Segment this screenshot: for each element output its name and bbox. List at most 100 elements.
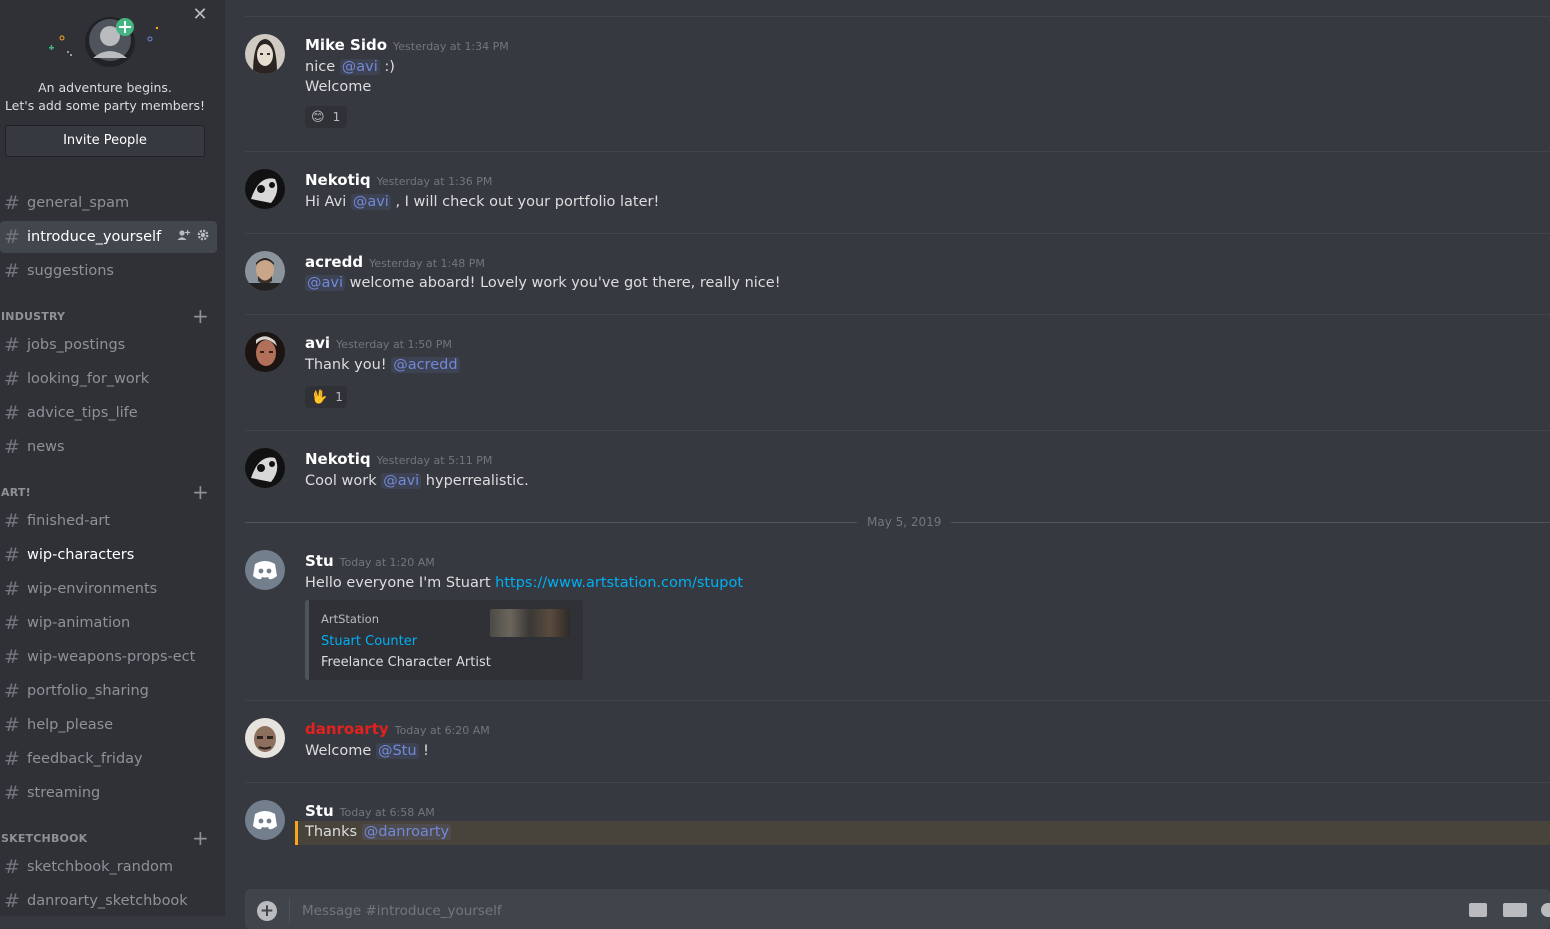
hash-icon: # [4, 544, 20, 566]
avatar[interactable] [245, 718, 285, 758]
gift-icon[interactable] [1469, 903, 1487, 917]
divider-line [951, 522, 1550, 523]
message-author[interactable]: Nekotiq Yesterday at 5:11 PM [305, 450, 492, 468]
message-text: Cool work @avi hyperrealistic. [305, 473, 529, 489]
add-channel-icon[interactable]: + [192, 304, 209, 328]
message-divider [245, 16, 1550, 17]
invite-people-button[interactable]: Invite People [5, 125, 205, 157]
user-mention[interactable]: @avi [381, 473, 422, 489]
hash-icon: # [4, 680, 20, 702]
channel-suggestions[interactable]: # suggestions [0, 255, 217, 287]
channel-advice-tips-life[interactable]: # advice_tips_life [0, 397, 217, 429]
channel-danroarty-sketchbook[interactable]: # danroarty_sketchbook [0, 885, 217, 916]
avatar[interactable] [245, 332, 285, 372]
party-illustration-icon [49, 17, 159, 67]
upload-plus-icon[interactable]: + [257, 901, 277, 921]
hash-icon: # [4, 890, 20, 912]
reaction-count: 1 [335, 390, 343, 404]
channel-introduce-yourself[interactable]: # introduce_yourself [0, 221, 217, 253]
avatar[interactable] [245, 169, 285, 209]
category-label: ART! [1, 486, 31, 499]
reaction-button[interactable]: 🖖 1 [305, 386, 347, 408]
channel-sketchbook-random[interactable]: # sketchbook_random [0, 851, 217, 883]
gif-icon[interactable] [1503, 903, 1527, 917]
message-author[interactable]: Mike Sido Yesterday at 1:34 PM [305, 36, 509, 54]
message-author[interactable]: danroarty Today at 6:20 AM [305, 720, 490, 738]
user-mention[interactable]: @avi [339, 59, 380, 75]
user-mention[interactable]: @Stu [375, 743, 419, 759]
message-group: acredd Yesterday at 1:48 PM @avi welcome … [245, 251, 1550, 301]
hash-icon: # [4, 782, 20, 804]
message-text: Hello everyone I'm Stuart https://www.ar… [305, 575, 744, 591]
message-author[interactable]: Stu Today at 6:58 AM [305, 802, 435, 820]
avatar[interactable] [245, 251, 285, 291]
channel-looking-for-work[interactable]: # looking_for_work [0, 363, 217, 395]
hash-icon: # [4, 192, 20, 214]
date-label: May 5, 2019 [867, 515, 942, 529]
avatar[interactable] [245, 800, 285, 840]
channel-feedback-friday[interactable]: # feedback_friday [0, 743, 217, 775]
avatar-image [245, 448, 285, 488]
reaction-button[interactable]: 😊 1 [305, 106, 347, 128]
message-divider [245, 233, 1550, 234]
category-art[interactable]: ART! + [1, 480, 211, 504]
category-label: SKETCHBOOK [1, 832, 88, 845]
channel-wip-characters[interactable]: # wip-characters [0, 539, 217, 571]
invite-headline: An adventure begins. [38, 80, 172, 95]
channel-streaming[interactable]: # streaming [0, 777, 217, 809]
channel-label: suggestions [27, 263, 114, 279]
hash-icon: # [4, 334, 20, 356]
divider-line [245, 522, 857, 523]
link-embed: ArtStation Stuart Counter Freelance Char… [305, 600, 583, 680]
channel-wip-animation[interactable]: # wip-animation [0, 607, 217, 639]
channel-wip-weapons-props-ect[interactable]: # wip-weapons-props-ect [0, 641, 217, 673]
embed-thumbnail[interactable] [490, 609, 570, 637]
channel-wip-environments[interactable]: # wip-environments [0, 573, 217, 605]
avatar[interactable] [245, 34, 285, 74]
hash-icon: # [4, 856, 20, 878]
channel-label: help_please [27, 717, 114, 733]
user-mention[interactable]: @acredd [391, 357, 460, 373]
avatar[interactable] [245, 550, 285, 590]
user-mention[interactable]: @avi [305, 275, 345, 291]
message-link[interactable]: https://www.artstation.com/stupot [495, 575, 743, 591]
message-author[interactable]: acredd Yesterday at 1:48 PM [305, 253, 485, 271]
category-sketchbook[interactable]: SKETCHBOOK + [1, 826, 211, 850]
hash-icon: # [4, 646, 20, 668]
close-icon[interactable]: ✕ [192, 6, 208, 24]
add-member-icon[interactable] [177, 229, 191, 241]
category-label: INDUSTRY [1, 310, 66, 323]
channel-jobs-postings[interactable]: # jobs_postings [0, 329, 217, 361]
embed-title-link[interactable]: Stuart Counter [321, 634, 417, 649]
message-text: Welcome [305, 79, 372, 95]
user-mention[interactable]: @avi [350, 194, 391, 210]
channel-label: news [27, 439, 65, 455]
gear-icon[interactable] [197, 229, 209, 241]
channel-label: portfolio_sharing [27, 683, 149, 699]
channel-finished-art[interactable]: # finished-art [0, 505, 217, 537]
avatar[interactable] [245, 448, 285, 488]
add-channel-icon[interactable]: + [192, 480, 209, 504]
message-author[interactable]: Nekotiq Yesterday at 1:36 PM [305, 171, 492, 189]
avatar-image [245, 718, 285, 758]
channel-news[interactable]: # news [0, 431, 217, 463]
message-text: Welcome @Stu ! [305, 743, 429, 759]
hash-icon: # [4, 714, 20, 736]
channel-help-please[interactable]: # help_please [0, 709, 217, 741]
add-channel-icon[interactable]: + [192, 826, 209, 850]
user-mention[interactable]: @danroarty [361, 824, 452, 840]
channel-general-spam[interactable]: # general_spam [0, 187, 217, 219]
composer-divider [289, 899, 290, 923]
channel-label: wip-characters [27, 547, 135, 563]
message-group: Nekotiq Yesterday at 1:36 PM Hi Avi @avi … [245, 169, 1550, 219]
channel-portfolio-sharing[interactable]: # portfolio_sharing [0, 675, 217, 707]
message-author[interactable]: Stu Today at 1:20 AM [305, 552, 435, 570]
hash-icon: # [4, 260, 20, 282]
category-industry[interactable]: INDUSTRY + [1, 304, 211, 328]
message-text: @avi welcome aboard! Lovely work you've … [305, 275, 781, 291]
message-input[interactable] [300, 899, 1454, 923]
channel-sidebar: ✕ An adventure begins. Let's add some pa… [0, 0, 225, 916]
emoji-picker-icon[interactable] [1541, 903, 1550, 917]
channel-label: wip-animation [27, 615, 131, 631]
message-author[interactable]: avi Yesterday at 1:50 PM [305, 334, 452, 352]
